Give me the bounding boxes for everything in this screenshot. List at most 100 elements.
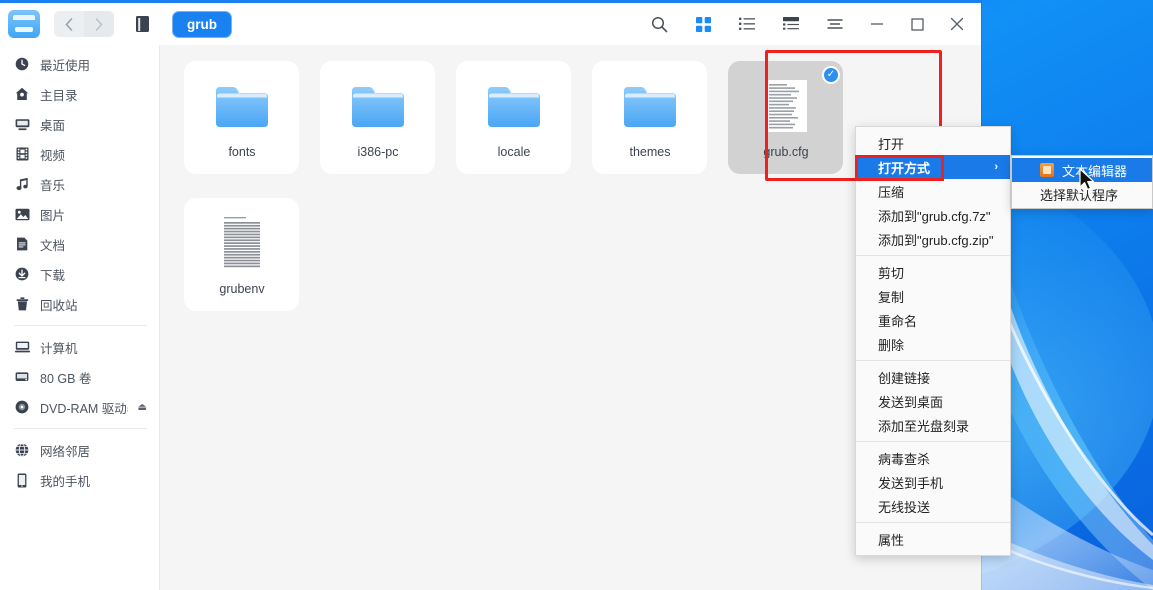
list-view-icon[interactable] [725, 3, 769, 45]
window-body: 最近使用主目录桌面视频音乐图片文档下载回收站计算机 80 GB 卷 DVD-RAM … [0, 45, 981, 590]
maximize-icon[interactable] [897, 3, 937, 45]
sidebar-item-0[interactable]: 最近使用 [0, 49, 159, 79]
context-menu-item-label: 发送到手机 [878, 475, 944, 491]
sidebar: 最近使用主目录桌面视频音乐图片文档下载回收站计算机 80 GB 卷 DVD-RAM … [0, 45, 160, 590]
context-menu-item-12[interactable]: 病毒查杀 [856, 446, 1010, 470]
eject-icon[interactable]: ⏏ [138, 402, 147, 413]
search-glyph-icon [651, 16, 667, 32]
home-icon [14, 86, 30, 102]
file-icon-wrap [622, 75, 678, 137]
desktop-icon [14, 116, 30, 132]
sidebar-item-9[interactable]: 计算机 [0, 332, 159, 362]
context-menu-item-label: 创建链接 [878, 370, 931, 386]
menu-icon[interactable] [813, 3, 857, 45]
context-menu-item-11[interactable]: 添加至光盘刻录 [856, 413, 1010, 437]
back-button[interactable] [54, 11, 84, 37]
network-icon [14, 442, 30, 458]
file-name-label: locale [497, 145, 531, 159]
folder-app-icon [8, 10, 40, 38]
grid-glyph-icon [695, 16, 711, 32]
context-menu-separator [856, 255, 1010, 256]
file-name-label: fonts [228, 145, 256, 159]
context-menu-item-label: 打开方式 [878, 160, 931, 176]
sidebar-item-3[interactable]: 视频 [0, 139, 159, 169]
grid-view-icon[interactable] [681, 3, 725, 45]
sidebar-item-12[interactable]: 网络邻居 [0, 435, 159, 465]
sidebar-item-11[interactable]: DVD-RAM 驱动器 ⏏ [0, 392, 159, 422]
file-icon-wrap [214, 75, 270, 137]
context-menu-item-7[interactable]: 重命名 [856, 308, 1010, 332]
submenu-item-1[interactable]: 选择默认程序 [1012, 182, 1152, 206]
sidebar-item-1[interactable]: 主目录 [0, 79, 159, 109]
file-item-inner: grubenv [219, 212, 265, 296]
file-item-1[interactable]: i386-pc [310, 59, 446, 196]
chevron-right-icon: › [994, 161, 998, 173]
minimize-icon[interactable] [857, 3, 897, 45]
maximize-glyph-icon [910, 17, 924, 31]
music-icon [14, 176, 30, 192]
context-menu-item-10[interactable]: 发送到桌面 [856, 389, 1010, 413]
submenu-item-0[interactable]: 文本编辑器 [1012, 158, 1152, 182]
context-menu-item-8[interactable]: 删除 [856, 332, 1010, 356]
file-name-label: themes [629, 145, 671, 159]
sidebar-item-5[interactable]: 图片 [0, 199, 159, 229]
trash-icon [14, 296, 30, 312]
sidebar-item-label: 80 GB 卷 [40, 371, 92, 386]
context-menu-item-3[interactable]: 添加到"grub.cfg.7z" [856, 203, 1010, 227]
context-menu-item-label: 打开 [878, 136, 905, 152]
sidebar-item-label: DVD-RAM 驱动器 [40, 401, 128, 416]
breadcrumb[interactable]: grub [172, 10, 232, 38]
detail-view-icon[interactable] [769, 3, 813, 45]
close-icon[interactable] [937, 3, 977, 45]
chevron-left-icon [65, 17, 73, 31]
file-item-5[interactable]: grubenv [174, 196, 310, 333]
context-menu-item-9[interactable]: 创建链接 [856, 365, 1010, 389]
titlebar-right-group [637, 3, 981, 45]
book-glyph-icon [136, 16, 149, 32]
picture-icon [14, 206, 30, 222]
text-editor-icon [1040, 163, 1054, 177]
minimize-glyph-icon [871, 23, 883, 25]
context-menu-item-label: 发送到桌面 [878, 394, 944, 410]
file-item-4[interactable]: ✓ grub.cfg [718, 59, 854, 196]
file-name-label: grubenv [219, 282, 265, 296]
file-item-0[interactable]: fonts [174, 59, 310, 196]
context-menu-item-2[interactable]: 压缩 [856, 179, 1010, 203]
file-icon-wrap [350, 75, 406, 137]
context-menu-item-6[interactable]: 复制 [856, 284, 1010, 308]
sidebar-item-6[interactable]: 文档 [0, 229, 159, 259]
book-icon[interactable] [130, 11, 156, 37]
context-menu-item-13[interactable]: 发送到手机 [856, 470, 1010, 494]
title-bar: grub [0, 3, 981, 45]
sidebar-item-label: 桌面 [40, 118, 66, 133]
context-menu-item-label: 添加至光盘刻录 [878, 418, 970, 434]
forward-button[interactable] [84, 11, 114, 37]
context-menu-item-4[interactable]: 添加到"grub.cfg.zip" [856, 227, 1010, 251]
context-menu-item-label: 添加到"grub.cfg.7z" [878, 208, 991, 224]
hamburger-glyph-icon [827, 19, 843, 29]
sidebar-item-8[interactable]: 回收站 [0, 289, 159, 319]
selected-check-icon: ✓ [822, 66, 840, 84]
sidebar-item-4[interactable]: 音乐 [0, 169, 159, 199]
search-icon[interactable] [637, 3, 681, 45]
file-item-2[interactable]: locale [446, 59, 582, 196]
sidebar-item-2[interactable]: 桌面 [0, 109, 159, 139]
context-menu-item-5[interactable]: 剪切 [856, 260, 1010, 284]
sidebar-item-label: 音乐 [40, 178, 66, 193]
sidebar-item-13[interactable]: 我的手机 [0, 465, 159, 495]
file-item-3[interactable]: themes [582, 59, 718, 196]
sidebar-item-10[interactable]: 80 GB 卷 [0, 362, 159, 392]
sidebar-item-7[interactable]: 下载 [0, 259, 159, 289]
context-menu-item-label: 压缩 [878, 184, 905, 200]
context-menu-item-15[interactable]: 属性 [856, 527, 1010, 551]
sidebar-item-label: 最近使用 [40, 58, 91, 73]
context-menu-item-label: 属性 [878, 532, 905, 548]
titlebar-left-group: grub [0, 10, 232, 38]
sidebar-item-label: 下载 [40, 268, 66, 283]
sidebar-item-label: 图片 [40, 208, 66, 223]
context-menu-item-14[interactable]: 无线投送 [856, 494, 1010, 518]
open-with-submenu: 文本编辑器 选择默认程序 [1011, 155, 1153, 209]
context-menu-item-0[interactable]: 打开 [856, 131, 1010, 155]
context-menu-item-1[interactable]: 打开方式 › [856, 155, 1010, 179]
clock-icon [14, 56, 30, 72]
